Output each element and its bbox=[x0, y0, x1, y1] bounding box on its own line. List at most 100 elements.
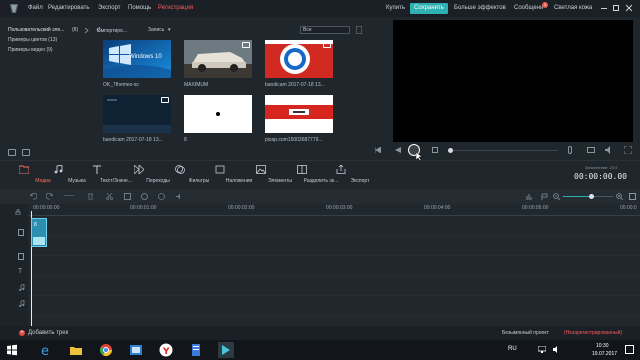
menu-edit[interactable]: Редактировать bbox=[48, 5, 89, 11]
menu-bar: Файл Редактировать Экспорт Помощь Регист… bbox=[0, 0, 640, 17]
add-track-icon[interactable]: + bbox=[19, 330, 25, 336]
buy-link[interactable]: Купить bbox=[386, 5, 405, 11]
ie-browser-icon[interactable]: e bbox=[38, 342, 54, 358]
windows-10-text: Windows 10 bbox=[129, 54, 162, 60]
close-icon[interactable] bbox=[625, 4, 633, 12]
media-item[interactable] bbox=[184, 95, 252, 133]
video-track-icon bbox=[18, 229, 24, 236]
media-item-label: MAXIMUM bbox=[184, 82, 209, 88]
video-track[interactable] bbox=[28, 216, 640, 236]
delete-icon[interactable] bbox=[87, 193, 94, 200]
add-track-button[interactable]: Добавить трек bbox=[28, 330, 68, 336]
undo-icon[interactable] bbox=[30, 193, 37, 200]
clock-date[interactable]: 19.07.2017 bbox=[592, 351, 617, 357]
zoom-slider-handle[interactable] bbox=[589, 194, 594, 199]
snapshot-icon[interactable] bbox=[587, 147, 595, 153]
menu-export[interactable]: Экспорт bbox=[98, 5, 121, 11]
notifications-icon[interactable] bbox=[625, 345, 634, 354]
timeline[interactable] bbox=[0, 204, 640, 326]
grid-view-icon[interactable] bbox=[356, 26, 362, 34]
media-item[interactable] bbox=[265, 95, 333, 133]
file-explorer-icon[interactable] bbox=[68, 342, 84, 358]
maximize-icon[interactable] bbox=[613, 5, 619, 11]
language-indicator[interactable]: RU bbox=[508, 346, 517, 352]
marker-icon[interactable] bbox=[541, 193, 548, 200]
project-name: Безымянный проект bbox=[502, 330, 549, 336]
chevron-right-icon[interactable] bbox=[84, 28, 89, 33]
import-dropdown[interactable]: Импортиро... bbox=[97, 28, 127, 34]
save-button[interactable]: Сохранить bbox=[410, 3, 448, 14]
media-item[interactable] bbox=[103, 95, 171, 133]
folder-custom[interactable]: Пользовательский эле... bbox=[8, 27, 64, 33]
media-item[interactable]: Windows 10 bbox=[103, 40, 171, 78]
microphone-icon[interactable] bbox=[568, 146, 572, 154]
step-back-icon[interactable] bbox=[395, 147, 401, 153]
text-track[interactable] bbox=[28, 276, 640, 296]
messages-link[interactable]: Сообщени bbox=[514, 5, 543, 11]
preview-screen[interactable] bbox=[393, 20, 633, 142]
tab-filters[interactable]: Фильтры bbox=[161, 161, 209, 189]
zoom-in-icon[interactable] bbox=[616, 193, 623, 200]
menu-register[interactable]: Регистрация bbox=[158, 5, 193, 11]
theme-link[interactable]: Светлая кожа bbox=[554, 5, 592, 11]
folder-icon[interactable] bbox=[22, 149, 30, 156]
pip-track[interactable] bbox=[28, 256, 640, 276]
volume-icon[interactable] bbox=[605, 146, 613, 154]
more-effects-link[interactable]: Больше эффектов bbox=[454, 5, 506, 11]
yandex-browser-icon[interactable]: Y bbox=[158, 342, 174, 358]
seek-bar[interactable] bbox=[448, 150, 558, 151]
seek-handle[interactable] bbox=[448, 148, 453, 153]
stop-icon[interactable] bbox=[432, 147, 438, 153]
menu-help[interactable]: Помощь bbox=[128, 5, 151, 11]
color-icon[interactable] bbox=[158, 193, 165, 200]
timecode: 00:00:00.00 bbox=[574, 172, 627, 181]
tab-media[interactable]: Медиа bbox=[5, 161, 51, 189]
fill-rate-label: Заполнение: 23.9 bbox=[585, 165, 618, 170]
music-note-icon bbox=[53, 165, 63, 174]
filter-select[interactable]: Все bbox=[300, 26, 350, 34]
folder-video-samples[interactable]: Примеры видео (9) bbox=[8, 47, 53, 53]
zoom-fit-icon[interactable] bbox=[526, 193, 533, 200]
zoom-out-icon[interactable] bbox=[553, 193, 560, 200]
add-folder-icon[interactable] bbox=[8, 149, 16, 156]
speaker-icon[interactable] bbox=[553, 346, 561, 353]
filmora-app-icon[interactable] bbox=[218, 342, 234, 358]
library-toolbar: Импортиро... Запись ▾ Все bbox=[92, 17, 362, 37]
audio-track[interactable] bbox=[28, 296, 640, 316]
chrome-icon[interactable] bbox=[98, 342, 114, 358]
menu-file[interactable]: Файл bbox=[28, 5, 43, 11]
media-item[interactable] bbox=[184, 40, 252, 78]
ruler-tick: 00:00:02:00 bbox=[228, 205, 255, 211]
fullscreen-icon[interactable] bbox=[624, 146, 632, 154]
fit-icon[interactable] bbox=[629, 193, 636, 200]
lock-icon[interactable] bbox=[15, 209, 21, 215]
timeline-clip[interactable]: 8 bbox=[31, 218, 47, 247]
cut-icon[interactable] bbox=[106, 193, 113, 200]
redo-icon[interactable] bbox=[46, 193, 53, 200]
tab-transitions[interactable]: Переходы bbox=[120, 161, 170, 189]
photos-icon[interactable] bbox=[128, 342, 144, 358]
tab-split-screen[interactable]: Разделить эк... bbox=[283, 161, 338, 189]
media-item-label: pizap.com15003687779... bbox=[265, 137, 323, 143]
tab-music[interactable]: Музыка bbox=[39, 161, 86, 189]
notepad-icon[interactable] bbox=[188, 342, 204, 358]
speed-icon[interactable] bbox=[141, 193, 148, 200]
media-item[interactable] bbox=[265, 40, 333, 78]
video-track[interactable] bbox=[28, 236, 640, 256]
folder-color-samples[interactable]: Примеры цветов (13) bbox=[8, 37, 57, 43]
minimize-icon[interactable] bbox=[601, 8, 607, 9]
zoom-slider-fill bbox=[563, 196, 591, 197]
tab-export[interactable]: Экспорт bbox=[322, 161, 369, 189]
tab-text[interactable]: Текст/Значе... bbox=[78, 161, 132, 189]
audio-icon[interactable] bbox=[176, 193, 183, 200]
network-icon[interactable] bbox=[538, 346, 546, 353]
timeline-toolbar bbox=[0, 189, 640, 204]
tab-elements[interactable]: Элементы bbox=[242, 161, 292, 189]
crop-icon[interactable] bbox=[124, 193, 131, 200]
tab-overlays[interactable]: Наложения bbox=[201, 161, 252, 189]
windows-start-icon[interactable] bbox=[4, 342, 20, 358]
clock-time[interactable]: 10:30 bbox=[596, 343, 609, 349]
chevron-down-icon[interactable]: ▾ bbox=[168, 27, 171, 33]
record-dropdown[interactable]: Запись bbox=[148, 27, 164, 33]
skip-back-icon[interactable] bbox=[375, 147, 381, 153]
